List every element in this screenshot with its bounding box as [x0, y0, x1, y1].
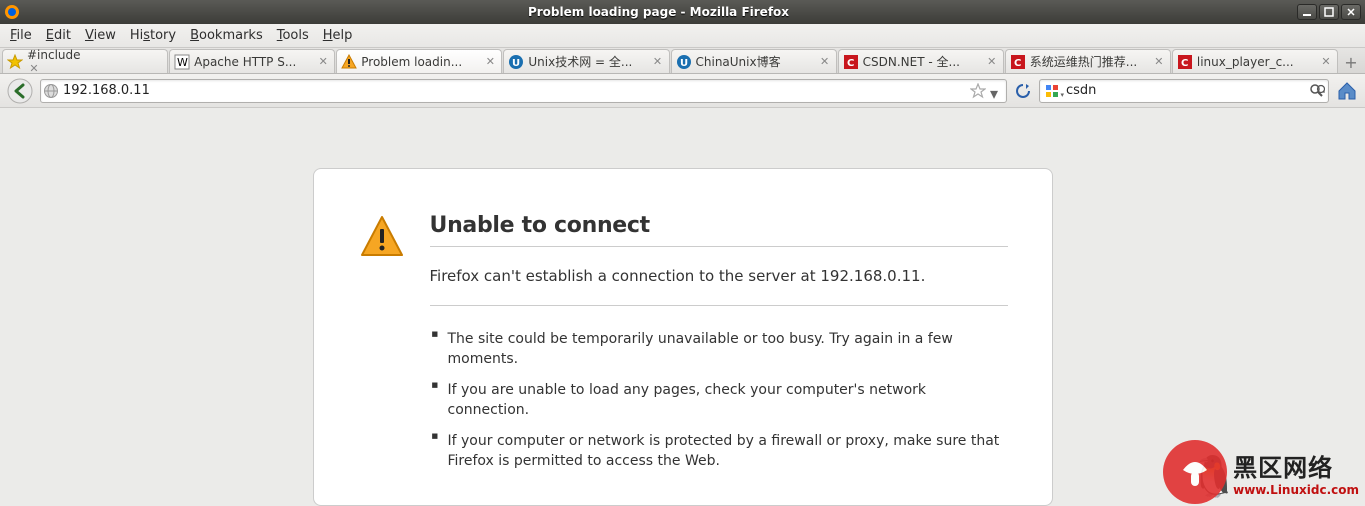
urlbar-dropdown-icon[interactable]: ▾	[990, 84, 1004, 98]
tab-7[interactable]: Clinux_player_c... ✕	[1172, 49, 1338, 73]
error-suggestion-list: The site could be temporarily unavailabl…	[430, 324, 1008, 506]
svg-text:W: W	[177, 56, 188, 69]
tab-close-icon[interactable]: ✕	[1319, 55, 1333, 69]
tab-label: linux_player_c...	[1197, 55, 1315, 69]
error-suggestion: The site could be temporarily unavailabl…	[430, 324, 1008, 375]
tab-label: #include✕	[27, 48, 163, 76]
svg-text:C: C	[1014, 58, 1021, 69]
tab-0[interactable]: #include✕	[2, 49, 168, 73]
tab-label: CSDN.NET - 全...	[863, 53, 981, 70]
error-suggestion: If you are unable to load any pages, che…	[430, 375, 1008, 426]
menu-history[interactable]: History	[124, 26, 182, 45]
error-title: Unable to connect	[430, 213, 1008, 247]
tab-4[interactable]: U ChinaUnix博客 ✕	[671, 49, 837, 73]
tab-favicon-icon: C	[1177, 54, 1193, 70]
back-button[interactable]	[6, 77, 34, 105]
tab-label: Unix技术网 = 全...	[528, 53, 646, 70]
menu-help[interactable]: Help	[317, 26, 359, 45]
close-button[interactable]	[1341, 4, 1361, 20]
minimize-button[interactable]	[1297, 4, 1317, 20]
search-input[interactable]	[1066, 83, 1304, 98]
menu-tools[interactable]: Tools	[271, 26, 315, 45]
error-suggestion: If your computer or network is protected…	[430, 426, 1008, 477]
tab-favicon-icon: U	[508, 54, 524, 70]
tab-close-icon[interactable]: ✕	[818, 55, 832, 69]
svg-text:C: C	[1181, 58, 1188, 69]
tab-close-icon[interactable]: ✕	[1152, 55, 1166, 69]
site-identity-icon[interactable]	[43, 83, 59, 99]
svg-text:U: U	[512, 58, 520, 69]
firefox-logo-icon	[4, 4, 20, 20]
tab-favicon-icon: W	[174, 54, 190, 70]
tab-2[interactable]: Problem loadin... ✕	[336, 49, 502, 73]
menu-edit[interactable]: Edit	[40, 26, 77, 45]
tab-6[interactable]: C 系统运维热门推荐... ✕	[1005, 49, 1171, 73]
tab-3[interactable]: U Unix技术网 = 全... ✕	[503, 49, 669, 73]
search-go-icon[interactable]	[1308, 83, 1326, 99]
navigation-toolbar: ▾ ▾	[0, 74, 1365, 108]
menu-bar: File Edit View History Bookmarks Tools H…	[0, 24, 1365, 48]
url-input[interactable]	[63, 83, 966, 98]
tab-5[interactable]: C CSDN.NET - 全... ✕	[838, 49, 1004, 73]
tab-favicon-icon: C	[1010, 54, 1026, 70]
menu-bookmarks[interactable]: Bookmarks	[184, 26, 269, 45]
svg-text:C: C	[847, 58, 854, 69]
page-content: Unable to connect Firefox can't establis…	[0, 108, 1365, 506]
tab-bar: #include✕WApache HTTP S...✕Problem loadi…	[0, 48, 1365, 74]
warning-icon	[358, 213, 406, 485]
error-page-box: Unable to connect Firefox can't establis…	[313, 168, 1053, 506]
reload-button[interactable]	[1013, 81, 1033, 101]
window-title: Problem loading page - Mozilla Firefox	[20, 5, 1297, 19]
window-titlebar: Problem loading page - Mozilla Firefox	[0, 0, 1365, 24]
tab-label: Apache HTTP S...	[194, 55, 312, 69]
url-bar[interactable]: ▾	[40, 79, 1007, 103]
tab-close-icon[interactable]: ✕	[316, 55, 330, 69]
search-bar[interactable]: ▾	[1039, 79, 1329, 103]
menu-view[interactable]: View	[79, 26, 122, 45]
bookmark-star-icon[interactable]	[970, 83, 986, 99]
tab-favicon-icon	[341, 54, 357, 70]
tab-favicon-icon: U	[676, 54, 692, 70]
tab-favicon-icon: C	[843, 54, 859, 70]
tab-close-icon[interactable]: ✕	[27, 62, 41, 76]
tab-1[interactable]: W Apache HTTP S... ✕	[169, 49, 335, 73]
svg-text:U: U	[680, 58, 688, 69]
tab-label: ChinaUnix博客	[696, 53, 814, 70]
menu-file[interactable]: File	[4, 26, 38, 45]
tab-close-icon[interactable]: ✕	[651, 55, 665, 69]
tab-favicon-icon	[7, 54, 23, 70]
tab-label: 系统运维热门推荐...	[1030, 53, 1148, 70]
chevron-down-icon: ▾	[1060, 91, 1064, 99]
tab-close-icon[interactable]: ✕	[483, 55, 497, 69]
new-tab-button[interactable]: +	[1339, 51, 1363, 73]
error-description: Firefox can't establish a connection to …	[430, 267, 1008, 306]
maximize-button[interactable]	[1319, 4, 1339, 20]
search-engine-google-icon[interactable]: ▾	[1042, 83, 1062, 99]
tab-label: Problem loadin...	[361, 55, 479, 69]
tab-close-icon[interactable]: ✕	[985, 55, 999, 69]
home-button[interactable]	[1335, 79, 1359, 103]
